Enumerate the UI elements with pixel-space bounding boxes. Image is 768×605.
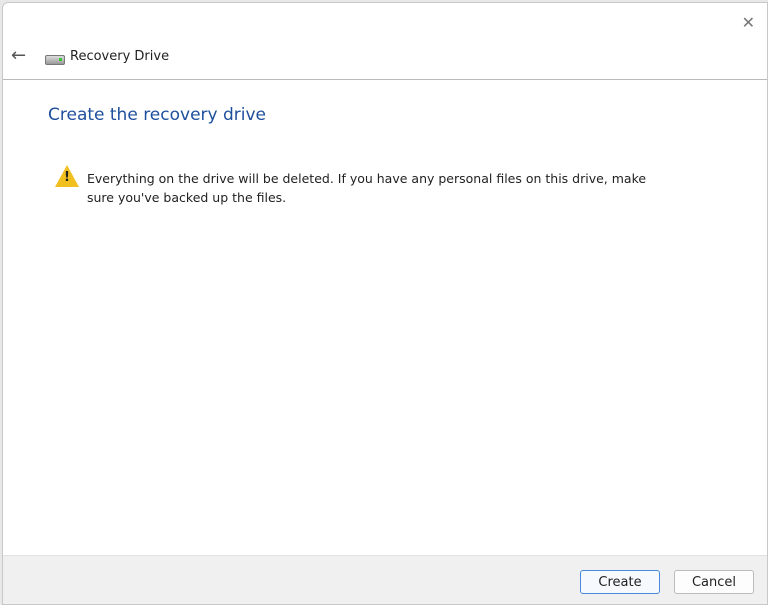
page-title: Create the recovery drive bbox=[48, 105, 267, 125]
header: ← Recovery Drive bbox=[3, 39, 767, 80]
close-button[interactable]: ✕ bbox=[742, 13, 755, 32]
cancel-button[interactable]: Cancel bbox=[674, 570, 754, 594]
window-title: Recovery Drive bbox=[70, 49, 170, 64]
back-button[interactable]: ← bbox=[11, 45, 26, 66]
warning-message: Everything on the drive will be deleted.… bbox=[87, 171, 647, 205]
footer: Create Cancel bbox=[3, 555, 767, 604]
warning-icon: ! bbox=[55, 165, 79, 187]
create-button[interactable]: Create bbox=[580, 570, 660, 594]
drive-icon bbox=[45, 55, 65, 65]
recovery-drive-window: ✕ ← Recovery Drive Create the recovery d… bbox=[2, 2, 768, 605]
